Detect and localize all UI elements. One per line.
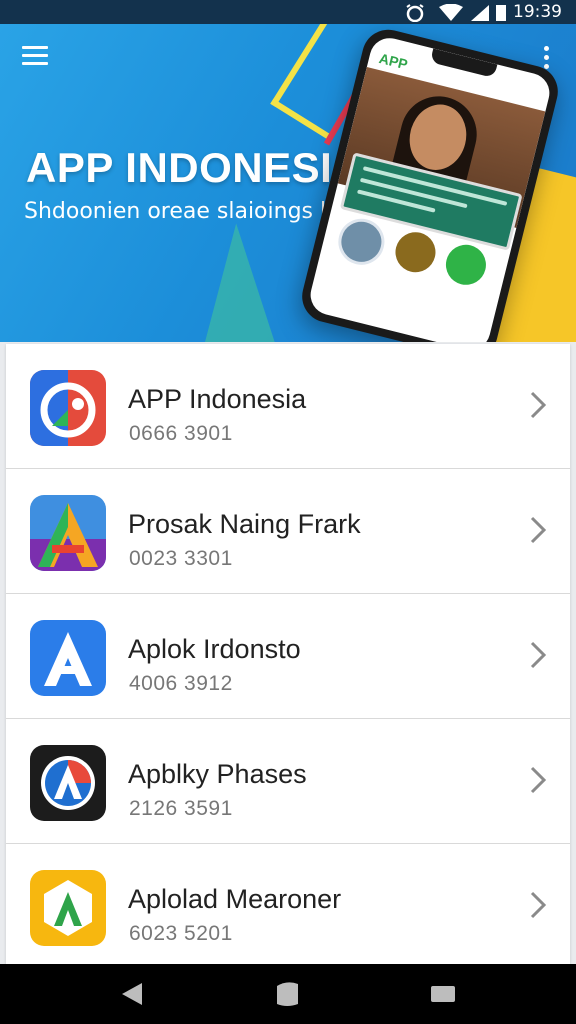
- list-item[interactable]: Aplolad Mearoner 6023 5201: [6, 844, 570, 968]
- letter-a-icon: [30, 620, 106, 696]
- app-name: Prosak Naing Frark: [128, 509, 361, 539]
- status-time: 19:39: [513, 2, 562, 22]
- back-icon[interactable]: [118, 980, 148, 1008]
- app-name: APP Indonesia: [128, 384, 307, 414]
- hero-banner: APP INDONESIA Shdoonien oreae slaioings …: [0, 24, 576, 342]
- list-item[interactable]: APP Indonesia 0666 3901: [6, 344, 570, 469]
- triangle-a-icon: [30, 495, 106, 571]
- navigation-bar: [0, 964, 576, 1024]
- chevron-right-icon: [530, 891, 547, 919]
- hexagon-a-icon: [30, 870, 106, 946]
- app-number: 0023 3301: [129, 547, 233, 570]
- list-item[interactable]: Aplok Irdonsto 4006 3912: [6, 594, 570, 719]
- hero-subtitle: Shdoonien oreae slaioings labi: [24, 199, 360, 224]
- app-name: Apblky Phases: [128, 759, 307, 789]
- home-icon[interactable]: [272, 980, 302, 1008]
- menu-button[interactable]: [22, 46, 48, 68]
- hero-title: APP INDONESIA: [26, 144, 364, 191]
- app-number: 6023 5201: [129, 922, 233, 945]
- app-name: Aplolad Mearoner: [128, 884, 342, 914]
- app-list: APP Indonesia 0666 3901 Prosak Naing Fra…: [6, 344, 570, 964]
- recent-apps-icon[interactable]: [428, 980, 458, 1008]
- wifi-icon: [439, 4, 463, 21]
- app-name: Aplok Irdonsto: [128, 634, 301, 664]
- analytics-icon: [30, 370, 106, 446]
- app-number: 2126 3591: [129, 797, 233, 820]
- app-number: 4006 3912: [129, 672, 233, 695]
- chevron-right-icon: [530, 391, 547, 419]
- decorative-triangle: [150, 223, 280, 342]
- alarm-icon: [406, 4, 424, 22]
- battery-icon: [496, 5, 506, 21]
- chevron-right-icon: [530, 766, 547, 794]
- list-item[interactable]: Prosak Naing Frark 0023 3301: [6, 469, 570, 594]
- phone-app-label: APP: [377, 49, 410, 73]
- chevron-right-icon: [530, 641, 547, 669]
- status-bar: 19:39: [0, 0, 576, 24]
- more-options-icon[interactable]: [544, 46, 550, 70]
- list-item[interactable]: Apblky Phases 2126 3591: [6, 719, 570, 844]
- chevron-right-icon: [530, 516, 547, 544]
- signal-icon: [471, 5, 489, 21]
- circle-a-icon: [30, 745, 106, 821]
- app-number: 0666 3901: [129, 422, 233, 445]
